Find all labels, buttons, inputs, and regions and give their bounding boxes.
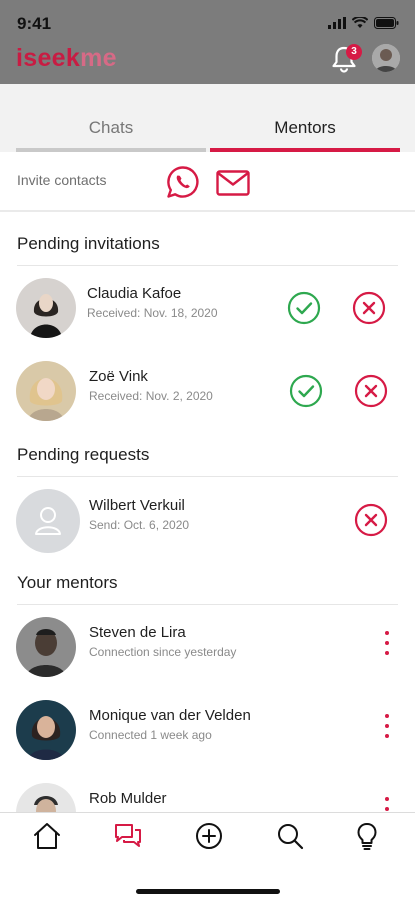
tab-chats[interactable]: Chats bbox=[16, 84, 206, 152]
bottom-navigation bbox=[0, 812, 415, 900]
add-icon[interactable] bbox=[194, 821, 224, 851]
pending-invitations-title: Pending invitations bbox=[17, 234, 160, 253]
contact-detail: Connected 1 week ago bbox=[89, 728, 212, 742]
contact-name: Monique van der Velden bbox=[89, 707, 251, 724]
contact-name: Wilbert Verkuil bbox=[89, 497, 185, 514]
home-icon[interactable] bbox=[32, 821, 62, 851]
accept-icon[interactable] bbox=[287, 291, 321, 325]
section-divider bbox=[17, 604, 398, 605]
mail-icon[interactable] bbox=[216, 170, 250, 196]
contact-name: Rob Mulder bbox=[89, 790, 167, 807]
avatar-placeholder bbox=[16, 489, 80, 553]
mentor-row[interactable]: Steven de Lira Connection since yesterda… bbox=[0, 607, 415, 687]
invitation-row[interactable]: Zoë Vink Received: Nov. 2, 2020 bbox=[0, 351, 415, 431]
contact-detail: Connection since yesterday bbox=[89, 645, 237, 659]
tab-chats-label: Chats bbox=[88, 118, 134, 137]
request-row[interactable]: Wilbert Verkuil Send: Oct. 6, 2020 bbox=[0, 479, 415, 559]
avatar bbox=[16, 361, 76, 421]
contact-detail: Send: Oct. 6, 2020 bbox=[89, 518, 190, 532]
chats-icon[interactable] bbox=[113, 821, 143, 851]
avatar bbox=[16, 278, 76, 338]
contact-name: Zoë Vink bbox=[89, 368, 148, 385]
section-divider bbox=[17, 476, 398, 477]
more-options-icon[interactable] bbox=[380, 631, 394, 657]
contact-name: Claudia Kafoe bbox=[87, 285, 182, 302]
lightbulb-icon[interactable] bbox=[352, 821, 382, 851]
status-time: 9:41 bbox=[17, 14, 52, 33]
invitation-row[interactable]: Claudia Kafoe Received: Nov. 18, 2020 bbox=[0, 268, 415, 348]
contact-detail: Received: Nov. 2, 2020 bbox=[89, 389, 213, 403]
decline-icon[interactable] bbox=[354, 503, 388, 537]
whatsapp-icon[interactable] bbox=[166, 165, 200, 199]
decline-icon[interactable] bbox=[354, 374, 388, 408]
contact-detail: Received: Nov. 18, 2020 bbox=[87, 306, 218, 320]
decline-icon[interactable] bbox=[352, 291, 386, 325]
battery-icon bbox=[374, 17, 399, 29]
more-options-icon[interactable] bbox=[380, 797, 394, 812]
tab-bar: Chats Mentors bbox=[0, 84, 415, 152]
your-mentors-title: Your mentors bbox=[17, 573, 118, 592]
contact-name: Steven de Lira bbox=[89, 624, 186, 641]
notification-badge: 3 bbox=[346, 44, 362, 60]
avatar bbox=[16, 617, 76, 677]
mentor-row[interactable]: Rob Mulder bbox=[0, 773, 415, 812]
avatar bbox=[16, 783, 76, 812]
accept-icon[interactable] bbox=[289, 374, 323, 408]
home-indicator[interactable] bbox=[136, 889, 280, 894]
section-divider bbox=[17, 265, 398, 266]
status-icons bbox=[328, 17, 399, 29]
invite-bar: Invite contacts bbox=[0, 152, 415, 212]
wifi-icon bbox=[352, 17, 368, 28]
more-options-icon[interactable] bbox=[380, 714, 394, 740]
app-logo: iseekme bbox=[16, 44, 117, 72]
avatar bbox=[16, 700, 76, 760]
tab-mentors[interactable]: Mentors bbox=[210, 84, 400, 152]
search-icon[interactable] bbox=[275, 821, 305, 851]
tab-mentors-label: Mentors bbox=[274, 118, 336, 137]
signal-icon bbox=[328, 17, 346, 29]
pending-requests-title: Pending requests bbox=[17, 445, 150, 464]
invite-contacts-label: Invite contacts bbox=[17, 172, 107, 188]
app-header: 9:41 iseekme 3 bbox=[0, 0, 415, 84]
profile-avatar[interactable] bbox=[372, 44, 400, 72]
mentor-row[interactable]: Monique van der Velden Connected 1 week … bbox=[0, 690, 415, 770]
